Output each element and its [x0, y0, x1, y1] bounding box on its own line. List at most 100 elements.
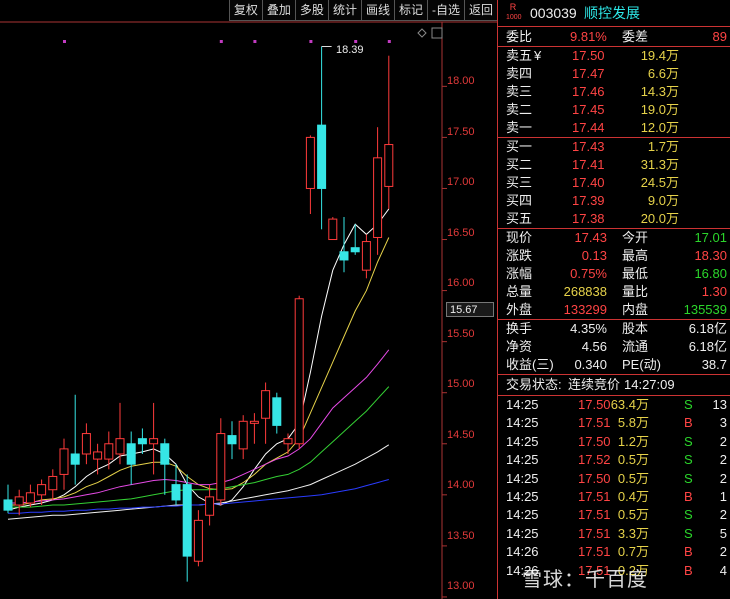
quote-panel: R 1000 003039 顺控发展 委比 9.81% 委差 89 卖五 17.50… [497, 0, 730, 599]
bid-row: 买四 17.39 9.0万 [498, 192, 730, 210]
ask-volume: 19.0万 [640, 102, 679, 117]
stat-label: 最高 [622, 248, 649, 263]
price-axis-label: 16.00 [447, 277, 475, 289]
toolbar-button-5[interactable]: 标记 [393, 0, 427, 21]
tick-d: S [684, 433, 693, 449]
tick-v: 1.2万 [617, 433, 649, 449]
ask-row: 卖二 17.45 19.0万 [498, 101, 730, 119]
price-axis-label: 18.00 [447, 75, 475, 87]
candle-body-down [160, 443, 170, 465]
stat-label: 现价 [506, 230, 533, 245]
tick-v: 63.4万 [610, 397, 649, 412]
toolbar-button-2[interactable]: 多股 [294, 0, 328, 21]
tick-row: 14:26 17.51 0.7万 B 2 [498, 543, 730, 561]
finance-label: 换手 [506, 321, 533, 336]
tick-d: S [684, 525, 693, 541]
candle-body-up [283, 438, 293, 445]
tick-t: 14:25 [506, 415, 539, 431]
tick-n: 2 [719, 433, 727, 449]
bid-label: 买三 [506, 175, 533, 190]
tick-n: 4 [719, 562, 727, 578]
tick-n: 5 [719, 525, 727, 541]
stock-name[interactable]: 顺控发展 [584, 0, 640, 26]
tick-n: 1 [719, 488, 727, 504]
stat-value: 0.13 [581, 248, 607, 263]
ask-label: 卖二 [506, 102, 533, 117]
price-axis-label: 14.50 [447, 429, 475, 441]
tick-p: 17.51 [578, 544, 611, 560]
candle-body-up [149, 438, 159, 445]
kline-chart[interactable] [0, 0, 497, 599]
candle-body-down [126, 443, 136, 465]
tick-n: 2 [719, 452, 727, 468]
bid-volume: 9.0万 [647, 193, 679, 208]
ask-volume: 12.0万 [640, 120, 679, 135]
candle-body-up [373, 157, 383, 238]
tick-v: 0.4万 [617, 488, 649, 504]
tick-v: 0.5万 [617, 507, 649, 523]
tick-d: S [684, 470, 693, 486]
toolbar-button-4[interactable]: 画线 [360, 0, 394, 21]
toolbar-button-6[interactable]: -自选 [426, 0, 464, 21]
event-marker [309, 40, 313, 43]
toolbar-button-0[interactable]: 复权 [228, 0, 262, 21]
candle-body-down [3, 499, 13, 511]
ask-row: 卖三 17.46 14.3万 [498, 83, 730, 101]
candle-body-up [238, 420, 248, 450]
ask-book: 卖五 17.50 19.4万 ¥ 卖四 17.47 6.6万 卖三 17.46 14.3万 卖二 17… [498, 47, 730, 137]
tick-row: 14:25 17.50 1.2万 S 2 [498, 433, 730, 451]
bid-price: 17.43 [572, 139, 605, 154]
trading-status-row: 交易状态: 连续竞价 14:27:09 [506, 377, 675, 392]
stat-label: 外盘 [506, 302, 533, 317]
bid-volume: 31.3万 [640, 157, 679, 172]
finance-label: 股本 [622, 321, 649, 336]
toolbar-button-7[interactable]: 返回 [463, 0, 497, 21]
stat-label: 涨跌 [506, 248, 533, 263]
candle-body-down [272, 397, 282, 426]
finance-label: 流通 [622, 339, 649, 354]
tick-d: B [684, 488, 693, 504]
tick-v: 0.5万 [617, 452, 649, 468]
tick-d: S [684, 452, 693, 468]
event-marker [63, 40, 66, 43]
tick-t: 14:25 [506, 452, 539, 468]
finance-value: 6.18亿 [688, 321, 727, 336]
tick-p: 17.50 [578, 470, 611, 486]
bid-row: 买三 17.40 24.5万 [498, 174, 730, 192]
bid-row: 买二 17.41 31.3万 [498, 156, 730, 174]
tick-n: 2 [719, 470, 727, 486]
tick-p: 17.50 [578, 397, 611, 412]
toolbar-button-3[interactable]: 统计 [327, 0, 361, 21]
candle-body-down [339, 251, 349, 261]
ask-volume: 6.6万 [647, 66, 679, 81]
candle-body-down [317, 124, 327, 189]
bid-price: 17.38 [572, 211, 605, 226]
stat-label: 涨幅 [506, 266, 533, 281]
ask-price: 17.50 [572, 48, 605, 63]
stat-value: 18.30 [694, 248, 727, 263]
ask-label: 卖四 [506, 66, 533, 81]
trade-ticks[interactable]: 14:25 17.50 63.4万 S 13 14:25 17.51 5.8万 B 3 14:25 1… [498, 396, 730, 580]
bid-label: 买二 [506, 157, 533, 172]
bid-volume: 20.0万 [640, 211, 679, 226]
ask-row: 卖五 17.50 19.4万 ¥ [498, 47, 730, 65]
finance-value: 4.35% [570, 321, 607, 336]
candle-body-down [171, 484, 181, 501]
stat-row: 现价 17.43 今开 17.01 [498, 229, 730, 247]
toolbar-button-1[interactable]: 叠加 [261, 0, 295, 21]
tick-d: B [684, 415, 693, 431]
tick-n: 13 [712, 397, 727, 412]
chart-settings-icon [431, 27, 443, 39]
bid-price: 17.39 [572, 193, 605, 208]
finance-row: 换手 4.35% 股本 6.18亿 [498, 320, 730, 338]
finance-row: 收益(三) 0.340 PE(动) 38.7 [498, 356, 730, 374]
ask-row: 卖四 17.47 6.6万 [498, 65, 730, 83]
candle-body-up [261, 390, 271, 419]
candle-body-up [59, 448, 69, 475]
candle-body-up [193, 519, 203, 562]
candle-body-down [137, 438, 147, 445]
bid-row: 买五 17.38 20.0万 [498, 210, 730, 228]
tick-v: 5.8万 [617, 415, 649, 431]
tick-t: 14:25 [506, 525, 539, 541]
price-axis-label: 13.50 [447, 530, 475, 542]
